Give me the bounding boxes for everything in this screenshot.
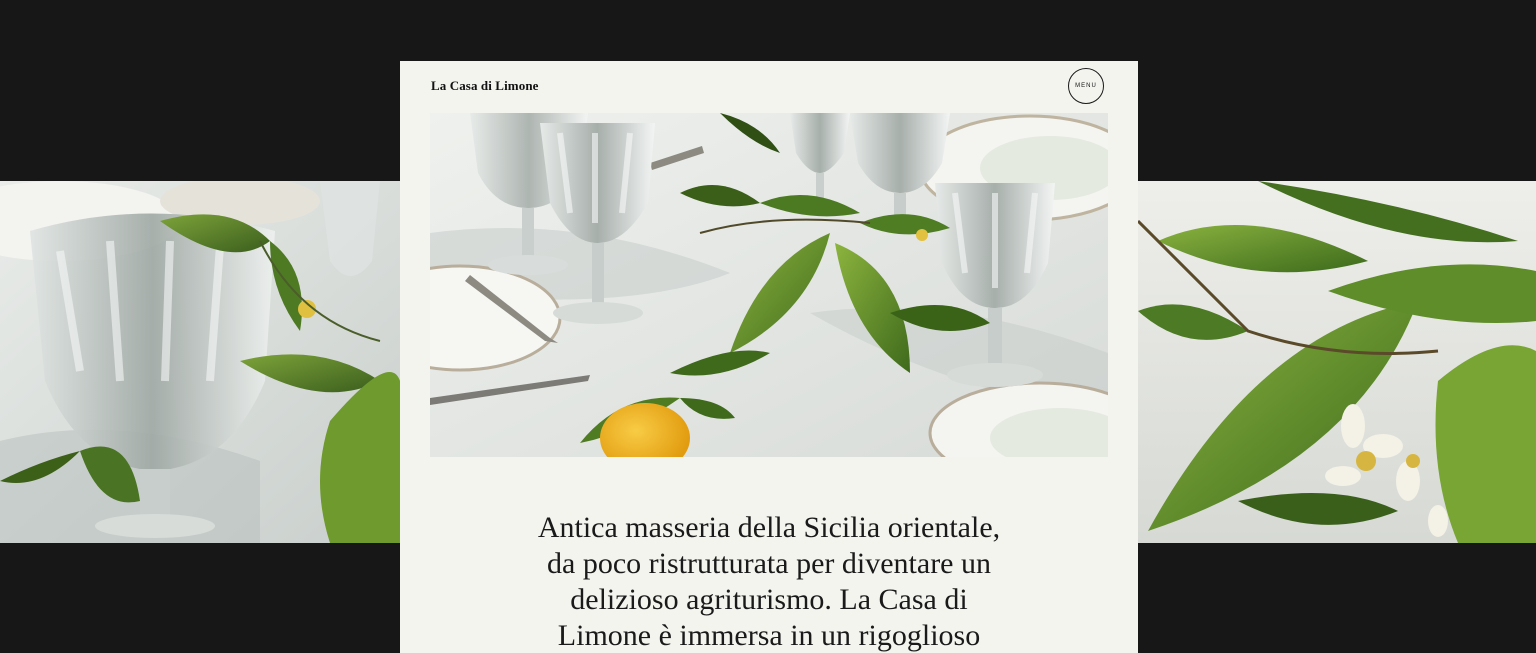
- menu-button-label: MENU: [1075, 83, 1097, 89]
- left-photo-graphic: [0, 181, 400, 543]
- hero-image: [430, 113, 1108, 457]
- site-logo[interactable]: La Casa di Limone: [431, 78, 539, 94]
- right-side-photo: [1138, 181, 1536, 543]
- intro-text: Antica masseria della Sicilia orientale,…: [537, 511, 1001, 652]
- menu-button[interactable]: MENU: [1068, 68, 1104, 104]
- hero-photo-graphic: [430, 113, 1108, 457]
- content-card: La Casa di Limone MENU Antica masseria d…: [400, 61, 1138, 653]
- right-photo-graphic: [1138, 181, 1536, 543]
- page: La Casa di Limone MENU Antica masseria d…: [0, 0, 1536, 653]
- left-side-photo: [0, 181, 400, 543]
